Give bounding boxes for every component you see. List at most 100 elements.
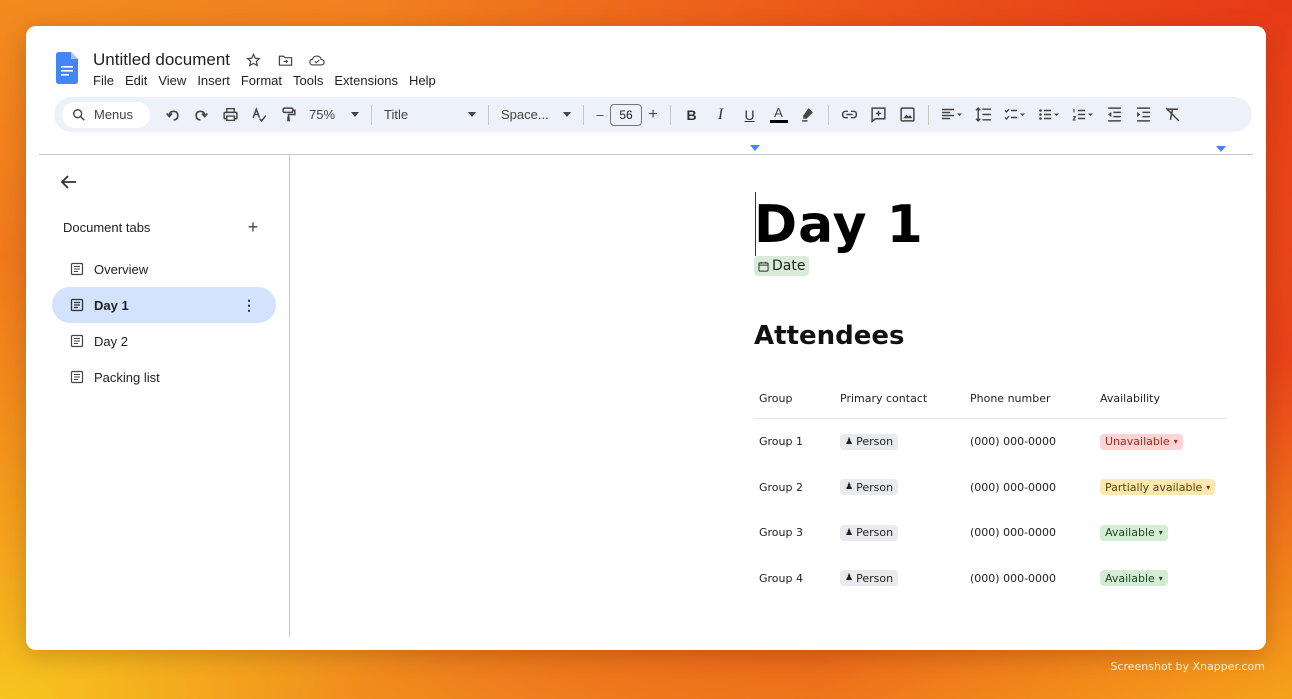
menu-edit[interactable]: Edit [125,73,147,88]
tab-label: Overview [94,261,149,277]
spellcheck-icon[interactable] [245,102,274,128]
availability-label: Available [1105,526,1155,540]
table-header-row: Group Primary contact Phone number Avail… [754,379,1226,419]
menu-extensions[interactable]: Extensions [334,73,398,88]
decrease-indent-icon[interactable] [1100,102,1129,128]
redo-icon[interactable] [187,102,216,128]
tab-day-1[interactable]: Day 1 ⋮ [52,287,276,323]
document-title[interactable]: Untitled document [93,50,230,70]
document-icon [70,334,84,348]
insert-image-icon[interactable] [893,102,922,128]
right-indent-marker[interactable] [1216,146,1226,152]
column-header: Primary contact [840,392,928,405]
text-color-swatch [769,120,788,123]
person-chip[interactable]: ♟ Person [840,479,899,496]
menu-bar: File Edit View Insert Format Tools Exten… [93,73,436,88]
menu-file[interactable]: File [93,73,114,88]
font-select[interactable]: Space... [495,102,577,128]
star-icon[interactable] [244,51,262,69]
document-heading[interactable]: Day 1 [754,195,924,255]
text-color-glyph: A [774,105,783,120]
person-icon: ♟ [845,527,854,538]
toolbar-divider [928,104,929,125]
contact-cell: ♟ Person [835,479,965,496]
group-cell[interactable]: Group 2 [754,481,835,494]
decrease-font-size-button[interactable]: – [590,102,610,128]
font-size-input[interactable]: 56 [610,103,642,126]
document-icon [70,262,84,276]
bulleted-list-icon[interactable] [1032,102,1066,128]
clear-formatting-icon[interactable] [1158,102,1187,128]
availability-cell: Unavailable ▾ [1095,433,1226,450]
menu-tools[interactable]: Tools [293,73,323,88]
highlight-icon[interactable] [793,102,822,128]
search-menus-input[interactable]: Menus [62,101,150,128]
contact-cell: ♟ Person [835,524,965,541]
tab-day-2[interactable]: Day 2 [52,323,276,359]
menu-insert[interactable]: Insert [197,73,230,88]
add-tab-button[interactable]: + [244,217,262,238]
date-chip[interactable]: Date [754,256,810,276]
phone-cell[interactable]: (000) 000-0000 [965,481,1095,494]
toolbar-divider [371,104,372,125]
table-row: Group 1 ♟ Person (000) 000-0000 Unavailable ▾ [754,419,1226,465]
document-canvas[interactable]: Day 1 Date Attendees Group Primary conta… [291,155,1266,650]
person-chip[interactable]: ♟ Person [840,524,899,541]
add-comment-icon[interactable] [864,102,893,128]
menu-format[interactable]: Format [241,73,282,88]
cloud-status-icon[interactable] [308,51,326,69]
menu-help[interactable]: Help [409,73,436,88]
left-indent-marker[interactable] [750,145,760,151]
table-body: Group 1 ♟ Person (000) 000-0000 Unavailable ▾… [754,419,1226,601]
tab-packing-list[interactable]: Packing list [52,359,276,395]
person-chip-label: Person [856,526,894,540]
contact-cell: ♟ Person [835,570,965,587]
availability-label: Partially available [1105,480,1203,494]
numbered-list-icon[interactable] [1066,102,1100,128]
toolbar-divider [583,104,584,125]
group-cell[interactable]: Group 1 [754,435,835,448]
underline-button[interactable]: U [735,102,764,128]
column-header: Group [759,392,793,405]
availability-cell: Available ▾ [1095,524,1226,541]
person-chip[interactable]: ♟ Person [840,433,899,450]
section-heading[interactable]: Attendees [754,321,904,351]
paragraph-style-select[interactable]: Title [378,102,482,128]
align-left-icon[interactable] [935,102,969,128]
person-chip[interactable]: ♟ Person [840,570,899,587]
increase-font-size-button[interactable]: + [642,102,664,128]
document-icon [70,370,84,384]
menu-view[interactable]: View [158,73,186,88]
checklist-icon[interactable] [998,102,1032,128]
undo-icon[interactable] [158,102,187,128]
phone-cell[interactable]: (000) 000-0000 [965,526,1095,539]
print-icon[interactable] [216,102,245,128]
group-cell[interactable]: Group 4 [754,572,835,585]
tab-overview[interactable]: Overview [52,251,276,287]
back-arrow-icon[interactable] [58,171,80,193]
bold-button[interactable]: B [677,102,706,128]
google-docs-icon[interactable] [56,52,78,84]
title-row: Untitled document [93,50,326,70]
line-spacing-icon[interactable] [969,102,998,128]
phone-cell[interactable]: (000) 000-0000 [965,435,1095,448]
toolbar-divider [488,104,489,125]
availability-dropdown-chip[interactable]: Available ▾ [1100,570,1168,587]
text-color-button[interactable]: A [764,102,793,128]
availability-dropdown-chip[interactable]: Partially available ▾ [1100,479,1216,496]
more-options-icon[interactable]: ⋮ [242,297,256,314]
paragraph-style-value: Title [384,107,409,122]
increase-indent-icon[interactable] [1129,102,1158,128]
italic-button[interactable]: I [706,102,735,128]
paint-format-icon[interactable] [274,102,303,128]
move-folder-icon[interactable] [276,51,294,69]
availability-dropdown-chip[interactable]: Available ▾ [1100,524,1168,541]
phone-cell[interactable]: (000) 000-0000 [965,572,1095,585]
insert-link-icon[interactable] [835,102,864,128]
watermark: Screenshot by Xnapper.com [1110,660,1265,673]
availability-dropdown-chip[interactable]: Unavailable ▾ [1100,433,1183,450]
chevron-down-icon: ▾ [1206,482,1211,492]
person-chip-label: Person [856,435,894,449]
zoom-select[interactable]: 75% [303,102,365,128]
group-cell[interactable]: Group 3 [754,526,835,539]
